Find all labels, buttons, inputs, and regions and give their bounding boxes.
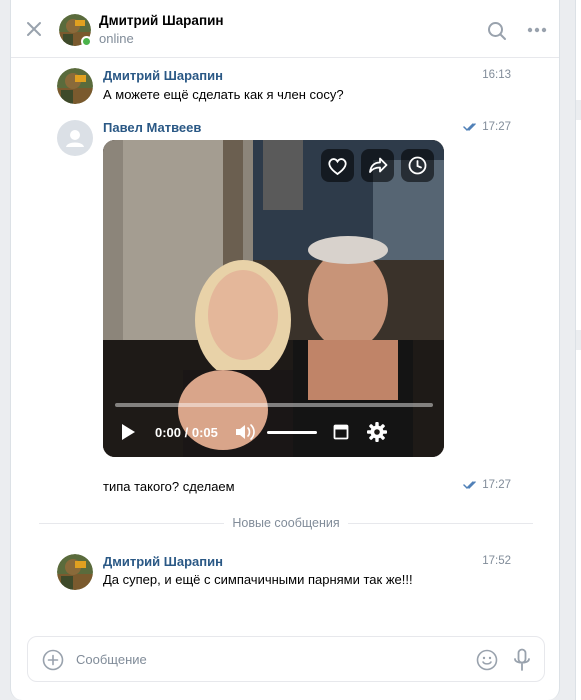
search-icon[interactable] bbox=[487, 21, 507, 41]
message-author[interactable]: Павел Матвеев bbox=[103, 120, 201, 135]
heart-icon bbox=[328, 158, 347, 176]
share-button[interactable] bbox=[361, 149, 394, 182]
volume-icon[interactable] bbox=[234, 422, 258, 442]
message-time: 17:27 bbox=[463, 121, 511, 133]
like-button[interactable] bbox=[321, 149, 354, 182]
chat-panel: Дмитрий Шарапин online Дмитрий Шарапин 1… bbox=[10, 0, 560, 700]
avatar[interactable] bbox=[57, 120, 93, 156]
clock-icon bbox=[408, 156, 427, 175]
message-text: Да супер, и ещё с симпачичными парнями т… bbox=[103, 572, 413, 587]
gear-icon[interactable] bbox=[366, 421, 388, 443]
more-icon[interactable] bbox=[527, 27, 547, 33]
play-icon[interactable] bbox=[120, 423, 136, 441]
read-check-icon bbox=[463, 481, 476, 490]
message-time: 17:52 bbox=[482, 555, 511, 567]
video-controls: 0:00 / 0:05 bbox=[103, 407, 444, 457]
video-time: 0:00 / 0:05 bbox=[155, 425, 218, 440]
avatar[interactable] bbox=[57, 554, 93, 590]
avatar[interactable] bbox=[57, 68, 93, 104]
miniplayer-icon[interactable] bbox=[333, 424, 349, 440]
smile-icon[interactable] bbox=[476, 649, 498, 671]
message-text: А можете ещё сделать как я член сосу? bbox=[103, 87, 344, 102]
share-icon bbox=[369, 157, 388, 173]
microphone-icon[interactable] bbox=[512, 648, 532, 672]
message-time: 17:27 bbox=[463, 479, 511, 491]
message-text: типа такого? сделаем bbox=[103, 479, 235, 494]
contact-status: online bbox=[99, 31, 134, 46]
close-icon[interactable] bbox=[25, 20, 43, 38]
edge-segment bbox=[576, 100, 581, 120]
new-messages-divider: Новые сообщения bbox=[39, 516, 533, 530]
message-time: 16:13 bbox=[482, 69, 511, 81]
online-indicator bbox=[81, 36, 92, 47]
message-input[interactable] bbox=[76, 637, 456, 681]
message-author[interactable]: Дмитрий Шарапин bbox=[103, 68, 223, 83]
contact-name[interactable]: Дмитрий Шарапин bbox=[99, 13, 224, 28]
plus-circle-icon[interactable] bbox=[42, 649, 64, 671]
read-check-icon bbox=[463, 123, 476, 132]
video-player[interactable]: 0:00 / 0:05 bbox=[103, 140, 444, 457]
message-composer bbox=[27, 636, 545, 682]
watch-later-button[interactable] bbox=[401, 149, 434, 182]
chat-header: Дмитрий Шарапин online bbox=[11, 0, 559, 58]
volume-slider[interactable] bbox=[267, 431, 317, 434]
edge-segment bbox=[576, 330, 581, 350]
divider-label: Новые сообщения bbox=[224, 516, 348, 530]
user-placeholder-icon bbox=[66, 130, 84, 147]
message-author[interactable]: Дмитрий Шарапин bbox=[103, 554, 223, 569]
